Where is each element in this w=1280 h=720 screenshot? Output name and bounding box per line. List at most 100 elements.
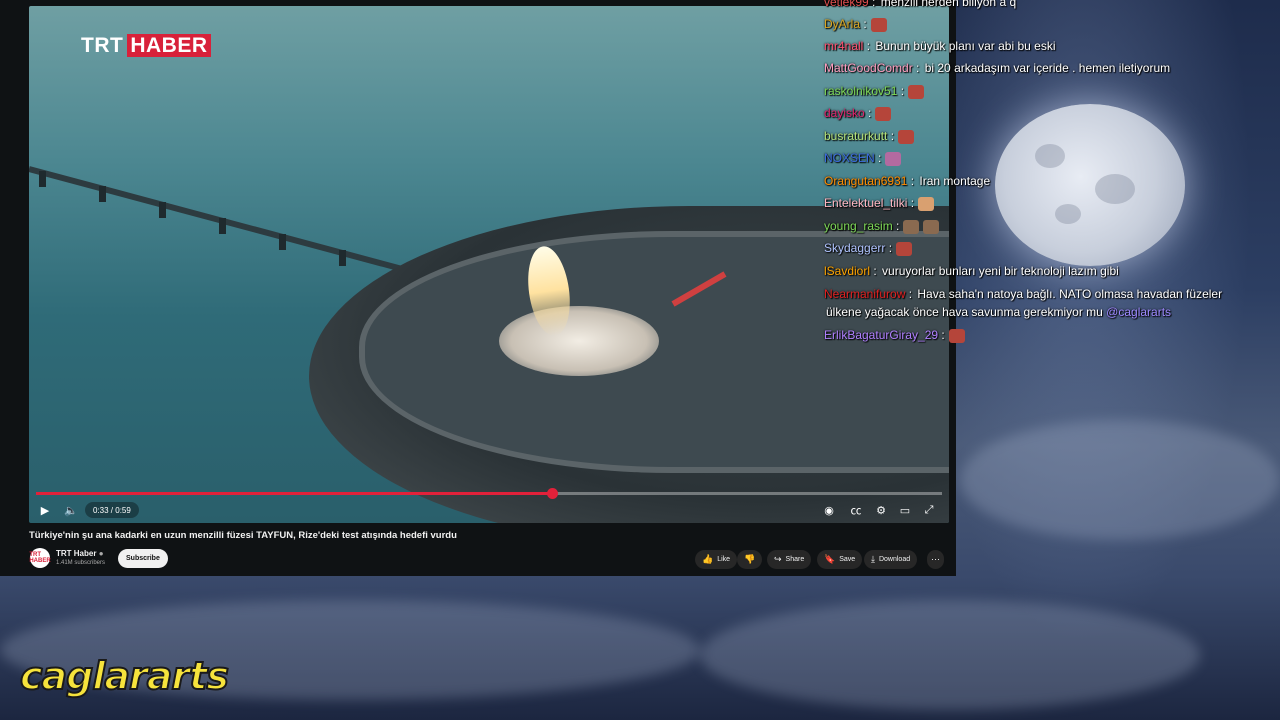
chat-username[interactable]: NOXSEN xyxy=(824,151,875,165)
download-label: Download xyxy=(878,556,911,563)
share-button[interactable]: ↪ Share xyxy=(767,550,812,569)
chat-username[interactable]: MattGoodComdr xyxy=(824,61,913,75)
chat-username[interactable]: busraturkutt xyxy=(824,129,887,143)
share-icon: ↪ xyxy=(774,554,782,564)
chat-text: bi 20 arkadaşım var içeride . hemen ilet… xyxy=(921,61,1171,75)
more-options-button[interactable]: ⋯ xyxy=(927,550,944,569)
chat-username[interactable]: Entelektuel_tilki xyxy=(824,196,907,210)
chat-mention[interactable]: @caglararts xyxy=(1103,305,1171,319)
chat-separator: : xyxy=(905,287,913,301)
subscribe-button[interactable]: Subscribe xyxy=(118,549,168,568)
like-button[interactable]: 👍 Like xyxy=(695,550,738,569)
chat-separator: : xyxy=(892,219,900,233)
fullscreen-icon[interactable]: ⤢ xyxy=(919,500,939,520)
chat-separator: : xyxy=(897,84,905,98)
chat-separator: : xyxy=(887,129,895,143)
check-circle-icon: ● xyxy=(98,549,104,558)
like-label: Like xyxy=(717,556,731,563)
chat-text: ülkene yağacak önce hava savunma gerekmi… xyxy=(826,305,1103,319)
channel-avatar[interactable]: TRT HABER xyxy=(29,548,51,568)
chat-separator: : xyxy=(874,151,882,165)
chat-username[interactable]: Nearmanifurow xyxy=(824,287,905,301)
save-button[interactable]: 🔖 Save xyxy=(817,550,863,569)
chat-message: NOXSEN : xyxy=(824,150,902,166)
chat-message: DyArla : xyxy=(824,16,887,32)
chat-message: busraturkutt : xyxy=(824,128,915,144)
chat-separator: : xyxy=(885,241,893,255)
chat-username[interactable]: mr4nall xyxy=(824,39,863,53)
chat-emote-icon xyxy=(908,84,925,99)
chat-text: Hava saha'n natoya bağlı. NATO olmasa ha… xyxy=(914,287,1223,301)
chat-username[interactable]: raskolnikov51 xyxy=(824,84,897,98)
chat-username[interactable]: lSavdiorl xyxy=(824,264,870,278)
chat-username[interactable]: Orangutan6931 xyxy=(824,174,907,188)
chat-separator: : xyxy=(868,0,876,9)
chat-username[interactable]: DyArla xyxy=(824,17,860,31)
trt-haber-logo: TRT HABER xyxy=(77,32,215,60)
chat-emote-icon xyxy=(885,151,902,166)
save-label: Save xyxy=(839,556,856,563)
chat-username[interactable]: young_rasim xyxy=(824,219,893,233)
chat-emote-icon xyxy=(918,196,935,211)
channel-name[interactable]: TRT Haber ● xyxy=(56,549,104,558)
chat-message: MattGoodComdr : bi 20 arkadaşım var içer… xyxy=(824,60,1170,76)
chat-separator: : xyxy=(870,264,877,278)
chat-text: vuruyorlar bunları yeni bir teknoloji la… xyxy=(878,264,1119,278)
dislike-button[interactable]: 👎 xyxy=(737,550,763,569)
autoplay-icon[interactable]: ◉ xyxy=(819,500,839,520)
volume-icon[interactable]: 🔈 xyxy=(61,500,81,520)
chat-message: Skydaggerr : xyxy=(824,240,913,256)
bookmark-icon: 🔖 xyxy=(824,554,836,564)
download-button[interactable]: ⤓ Download xyxy=(864,550,918,569)
subscriber-count: 1.41M subscribers xyxy=(56,560,106,566)
chat-message: ErlikBagaturGiray_29 : xyxy=(824,327,965,343)
chat-message: young_rasim : xyxy=(824,218,940,234)
chat-emote-icon xyxy=(948,328,965,343)
video-title: Türkiye'nin şu ana kadarki en uzun menzi… xyxy=(29,530,457,541)
chat-separator: : xyxy=(864,106,872,120)
chat-message: vetlek99 : menzili nerden biliyon a q xyxy=(824,0,1016,10)
chat-message: ülkene yağacak önce hava savunma gerekmi… xyxy=(824,304,1171,320)
chat-message: dayisko : xyxy=(824,105,892,121)
captions-icon[interactable]: ㏄ xyxy=(846,500,866,520)
chat-separator: : xyxy=(938,328,945,342)
chat-emote-icon xyxy=(875,106,892,121)
chat-emote-icon xyxy=(923,219,940,234)
launch-smoke xyxy=(499,306,659,376)
download-icon: ⤓ xyxy=(871,554,875,564)
video-progress-bar[interactable] xyxy=(36,488,942,499)
chat-message: Entelektuel_tilki : xyxy=(824,195,935,211)
cloud xyxy=(700,600,1200,710)
settings-icon[interactable]: ⚙ xyxy=(871,500,891,520)
chat-text: menzili nerden biliyon a q xyxy=(877,0,1017,9)
chat-emote-icon xyxy=(903,219,920,234)
youtube-player-panel: TRT HABER ▶ 🔈 0:33 / 0:59 ◉ ㏄ ⚙ ▭ ⤢ Türki… xyxy=(0,0,956,576)
moon-image xyxy=(995,104,1185,266)
more-horizontal-icon: ⋯ xyxy=(931,554,940,564)
chat-text: Iran montage xyxy=(916,174,991,188)
time-display: 0:33 / 0:59 xyxy=(85,502,139,518)
chat-message: Nearmanifurow : Hava saha'n natoya bağlı… xyxy=(824,286,1222,302)
player-controls: ▶ 🔈 0:33 / 0:59 ◉ ㏄ ⚙ ▭ ⤢ xyxy=(29,498,949,522)
chat-text: Bunun büyük planı var abi bu eski xyxy=(872,39,1056,53)
caglararts-logo: caglararts xyxy=(19,653,230,699)
chat-separator: : xyxy=(907,174,915,188)
chat-username[interactable]: vetlek99 xyxy=(824,0,869,9)
play-icon[interactable]: ▶ xyxy=(35,500,55,520)
share-label: Share xyxy=(785,556,805,563)
chat-message: Orangutan6931 : Iran montage xyxy=(824,173,990,189)
chat-message: mr4nall : Bunun büyük planı var abi bu e… xyxy=(824,38,1055,54)
chat-emote-icon xyxy=(898,129,915,144)
chat-message: raskolnikov51 : xyxy=(824,83,925,99)
cloud xyxy=(960,420,1280,540)
chat-message: lSavdiorl : vuruyorlar bunları yeni bir … xyxy=(824,263,1119,279)
chat-username[interactable]: Skydaggerr xyxy=(824,241,885,255)
chat-emote-icon xyxy=(896,241,913,256)
chat-username[interactable]: ErlikBagaturGiray_29 xyxy=(824,328,938,342)
chat-username[interactable]: dayisko xyxy=(824,106,865,120)
video-frame[interactable]: TRT HABER xyxy=(29,6,949,523)
chat-emote-icon xyxy=(870,17,887,32)
chat-separator: : xyxy=(863,39,871,53)
miniplayer-icon[interactable]: ▭ xyxy=(895,500,915,520)
thumbs-up-icon: 👍 xyxy=(702,554,714,564)
